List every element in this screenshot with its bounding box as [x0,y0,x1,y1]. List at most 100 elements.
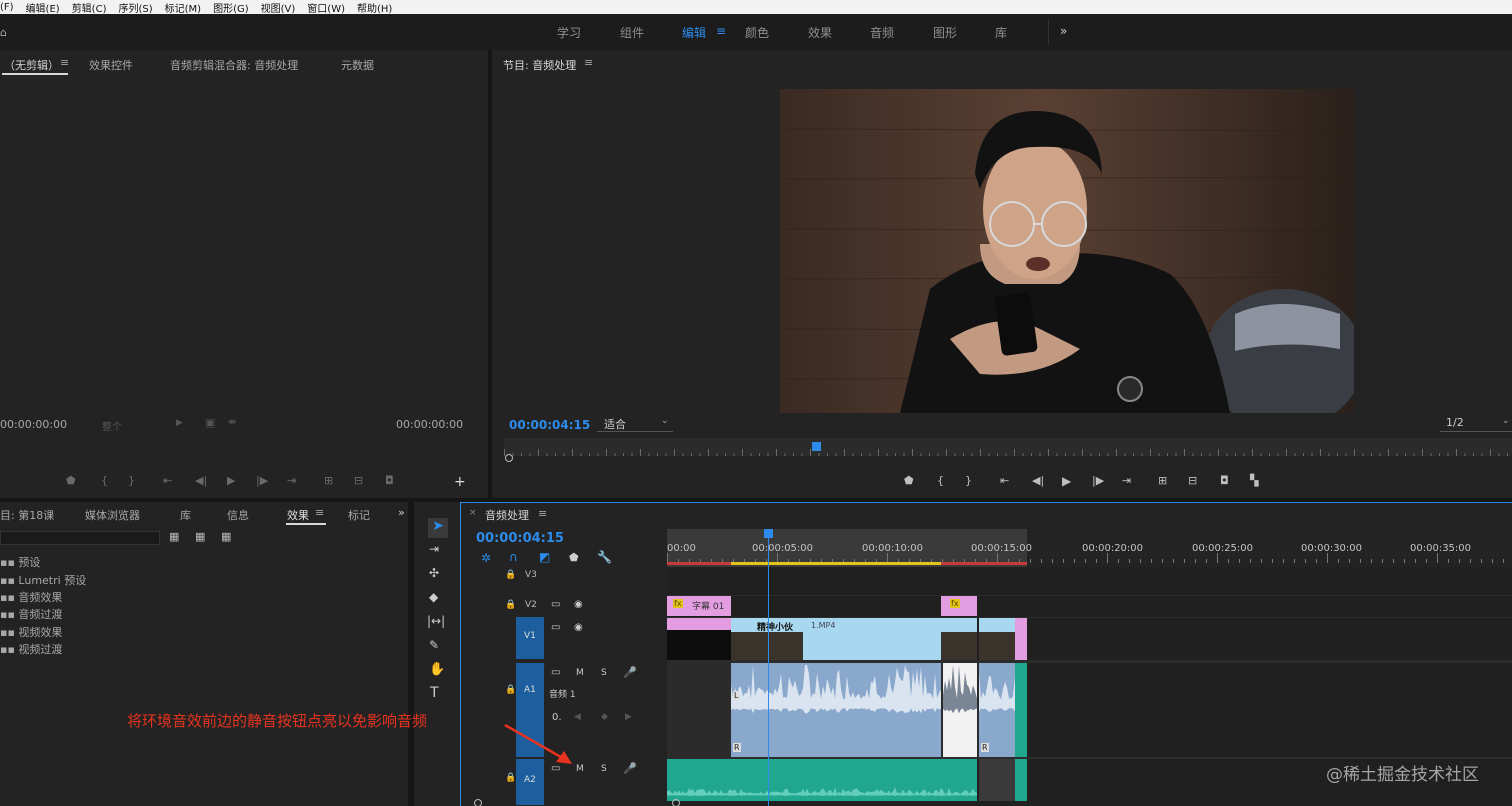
menu-clip[interactable]: 剪辑(C) [72,0,107,15]
menu-file[interactable]: (F) [0,2,14,13]
home-icon[interactable]: ⌂ [0,26,7,39]
source-timecode-left[interactable]: 00:00:00:00 [0,418,67,431]
playhead-handle[interactable] [812,442,821,451]
workspace-menu-icon[interactable]: ≡ [716,24,726,38]
sync-lock-icon[interactable]: ▭ [551,667,560,678]
mark-in-icon[interactable]: { [937,474,944,487]
linked-selection-icon[interactable]: ◩ [539,550,550,564]
workspace-tab-effects[interactable]: 效果 [808,24,832,41]
workspace-tab-editing[interactable]: 编辑 [682,24,706,41]
source-in-icon[interactable]: { [101,474,108,487]
keyframe-next-icon[interactable]: ▶ [625,712,632,722]
pen-tool-icon[interactable]: ✎ [429,638,439,652]
slip-tool-icon[interactable]: |↔| [427,614,445,628]
timeline-title[interactable]: 音频处理 [485,507,529,523]
eye-icon[interactable]: ◉ [574,622,583,633]
snap-icon[interactable]: ∩ [509,550,518,564]
microphone-icon[interactable]: 🎤 [623,762,637,775]
track-select-tool-icon[interactable]: ⇥ [429,542,439,556]
step-back-icon[interactable]: ◀| [1032,474,1044,487]
clip-audio-a1[interactable]: R [979,663,1015,757]
clip-audio-a1-transition[interactable] [1015,663,1027,757]
track-label-v3[interactable]: V3 [525,570,537,580]
clip-audio-a1-selected[interactable] [943,663,977,757]
tab-info[interactable]: 信息 [227,507,249,523]
workspace-tab-libraries[interactable]: 库 [995,24,1007,41]
lock-icon[interactable]: 🔒 [505,773,516,783]
workspace-tab-assembly[interactable]: 组件 [620,24,644,41]
source-dropdown-icon[interactable]: ▶ [176,418,183,428]
accelerated-effects-icon[interactable]: ▦ [169,530,179,543]
tree-item-video-transitions[interactable]: ▪▪ 视频过渡 [0,641,62,657]
tab-metadata[interactable]: 元数据 [341,57,374,73]
source-add-button[interactable]: + [454,474,466,490]
tab-media-browser[interactable]: 媒体浏览器 [85,507,140,523]
clip-title[interactable] [1015,618,1027,660]
workspace-tab-graphics[interactable]: 图形 [933,24,957,41]
menu-window[interactable]: 窗口(W) [307,0,345,15]
nest-icon[interactable]: ✲ [481,551,491,565]
program-scrubber[interactable] [504,438,1512,456]
timeline-timecode[interactable]: 00:00:04:15 [476,531,564,546]
razor-tool-icon[interactable]: ◆ [429,590,438,604]
lock-icon[interactable]: 🔒 [505,600,516,610]
clip-video[interactable] [941,618,977,660]
tab-markers[interactable]: 标记 [348,507,370,523]
workspace-tab-color[interactable]: 颜色 [745,24,769,41]
mark-out-icon[interactable]: } [965,474,972,487]
type-tool-icon[interactable]: T [430,685,439,701]
fit-select[interactable]: 适合 ⌄ [597,416,673,432]
mute-button-a1[interactable]: M [576,668,584,678]
lock-icon[interactable]: 🔒 [505,685,516,695]
menu-view[interactable]: 视图(V) [261,0,296,15]
source-go-in-icon[interactable]: ⇤ [163,474,172,487]
panel-menu-icon[interactable]: ≡ [60,56,69,69]
sync-lock-icon[interactable]: ▭ [551,599,560,610]
close-icon[interactable]: × [469,508,477,518]
tree-item-presets[interactable]: ▪▪ 预设 [0,554,40,570]
ripple-edit-tool-icon[interactable]: ✣ [429,566,439,580]
zoom-handle[interactable] [505,454,513,462]
source-marker-icon[interactable]: ⬟ [66,474,76,487]
program-menu-icon[interactable]: ≡ [584,56,593,69]
32bit-effects-icon[interactable]: ▦ [195,530,205,543]
workspace-tab-learn[interactable]: 学习 [557,24,581,41]
source-export-frame-icon[interactable]: ◘ [385,474,394,487]
tree-item-audio-effects[interactable]: ▪▪ 音频效果 [0,589,62,605]
tab-project[interactable]: 目: 第18课 [0,507,54,523]
clip-title[interactable]: fx [941,596,977,616]
resolution-select[interactable]: 1/2 ⌄ [1440,416,1512,432]
step-forward-icon[interactable]: |▶ [1092,474,1104,487]
menu-help[interactable]: 帮助(H) [357,0,392,15]
timeline-menu-icon[interactable]: ≡ [538,507,547,520]
tab-effect-controls[interactable]: 效果控件 [89,57,133,73]
source-step-fwd-icon[interactable]: |▶ [256,474,268,487]
add-marker-icon[interactable]: ⬟ [569,551,579,564]
clip-audio-a1[interactable]: L R [731,663,941,757]
zoom-handle[interactable] [474,799,482,806]
solo-button-a1[interactable]: S [601,668,607,678]
source-step-back-icon[interactable]: ◀| [195,474,207,487]
play-icon[interactable]: ▶ [1062,474,1071,488]
tree-item-video-effects[interactable]: ▪▪ 视频效果 [0,624,62,640]
menu-markers[interactable]: 标记(M) [165,0,201,15]
program-timecode[interactable]: 00:00:04:15 [509,418,590,432]
menu-edit[interactable]: 编辑(E) [26,0,60,15]
track-target-v1[interactable]: V1 [516,617,544,659]
tab-audio-clip-mixer[interactable]: 音频剪辑混合器: 音频处理 [170,57,298,73]
panel-more-button[interactable]: » [398,506,405,519]
lock-icon[interactable]: 🔒 [505,570,516,580]
hand-tool-icon[interactable]: ✋ [429,662,445,677]
go-to-in-icon[interactable]: ⇤ [1000,474,1009,487]
timeline-playhead[interactable] [768,529,769,806]
wrench-icon[interactable]: 🔧 [597,550,612,564]
tab-effects[interactable]: 效果 [287,507,309,523]
solo-button-a2[interactable]: S [601,764,607,774]
source-overwrite-icon[interactable]: ⊟ [354,474,363,487]
camera-icon[interactable]: ◘ [1220,474,1229,487]
menu-sequence[interactable]: 序列(S) [118,0,152,15]
effects-menu-icon[interactable]: ≡ [315,506,324,519]
clip-video[interactable] [979,618,1015,660]
tree-item-lumetri-presets[interactable]: ▪▪ Lumetri 预设 [0,572,86,588]
workspace-more-button[interactable]: » [1060,24,1067,38]
